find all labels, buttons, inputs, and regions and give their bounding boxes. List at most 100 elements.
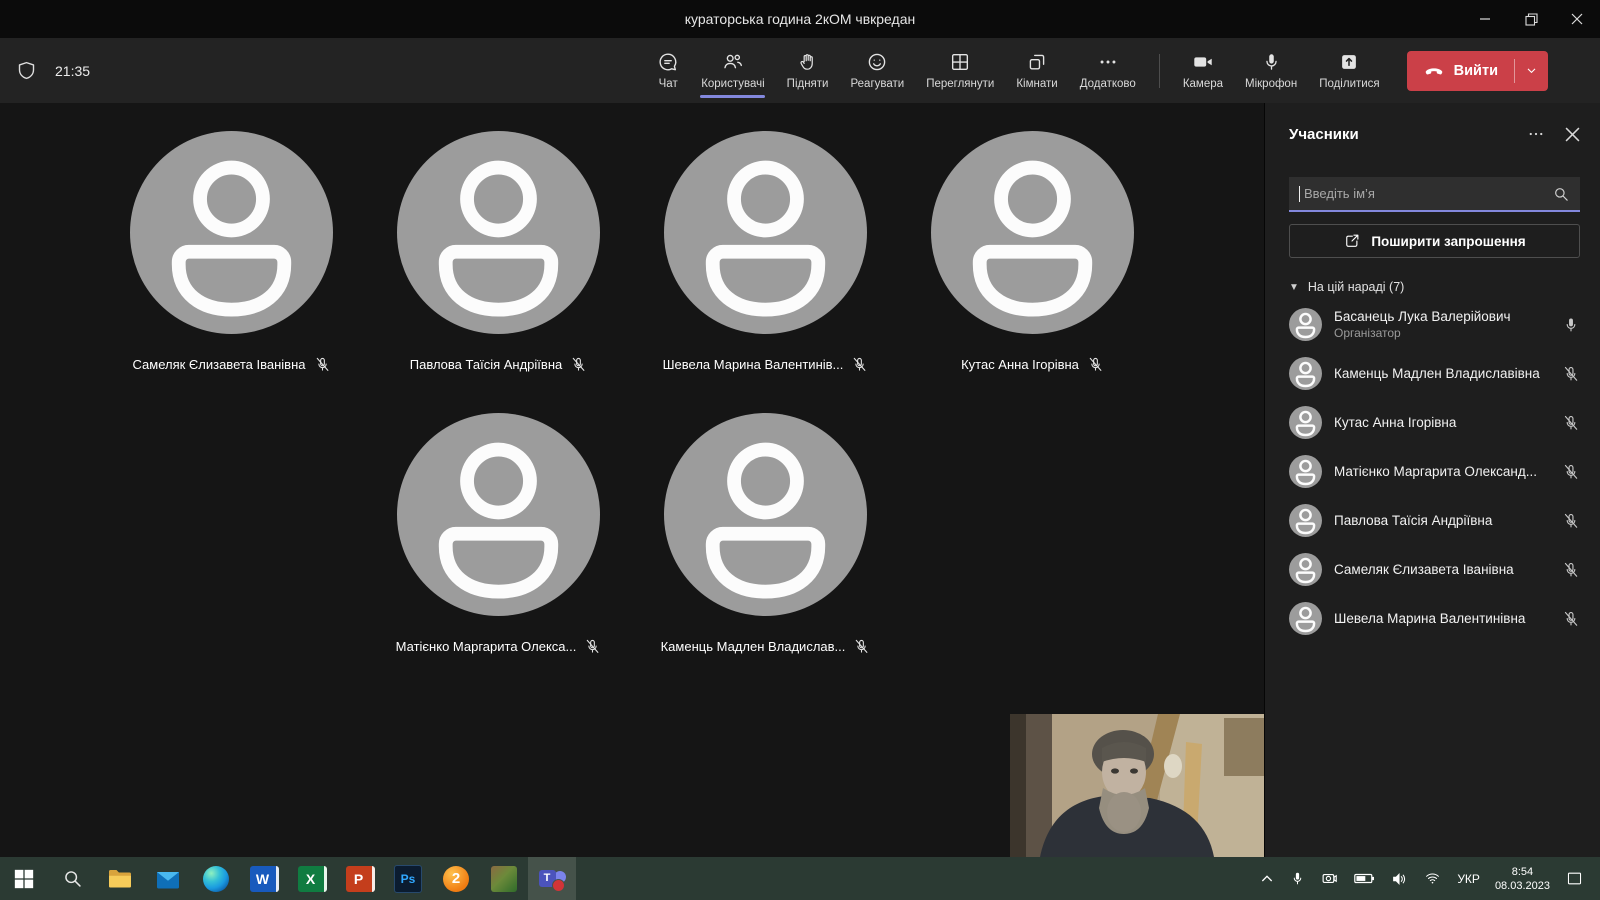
participant-info: Матієнко Маргарита Олександ... [1334,464,1554,479]
restore-button[interactable] [1508,0,1554,38]
teams-button[interactable]: T [528,857,576,900]
avatar [397,131,600,334]
avatar [931,131,1134,334]
avatar [1289,553,1322,586]
participant-row[interactable]: Кутас Анна Ігорівна [1289,398,1580,447]
restore-icon [1525,13,1538,26]
participant-tile[interactable]: Кутас Анна Ігорівна [930,131,1135,373]
powerpoint-button[interactable]: P [336,857,384,900]
participant-row[interactable]: Самеляк Єлизавета Іванівна [1289,545,1580,594]
edge-icon [203,866,229,892]
participant-tile[interactable]: Матієнко Маргарита Олекса... [396,413,601,655]
participant-info: Шевела Марина Валентинівна [1334,611,1554,626]
leave-button[interactable]: Вийти [1407,51,1548,91]
participant-search[interactable] [1289,177,1580,212]
participant-name: Павлова Таїсія Андріївна [1334,513,1554,528]
avatar [664,413,867,616]
person-icon [931,131,1134,334]
participant-name: Самеляк Єлизавета Іванівна [133,357,306,372]
chat-button[interactable]: Чат [646,38,690,103]
rooms-button[interactable]: Кімнати [1005,38,1068,103]
minimize-button[interactable] [1462,0,1508,38]
avatar [1289,455,1322,488]
tray-volume-icon[interactable] [1390,871,1408,887]
participant-row[interactable]: Шевела Марина Валентинівна [1289,594,1580,643]
participant-row[interactable]: Матієнко Маргарита Олександ... [1289,447,1580,496]
share-invite-button[interactable]: Поширити запрошення [1289,224,1580,258]
person-icon [397,413,600,616]
participant-row[interactable]: Каменць Мадлен Владиславівна [1289,349,1580,398]
person-icon [664,131,867,334]
file-explorer-button[interactable] [96,857,144,900]
action-center-icon[interactable] [1565,870,1584,887]
tray-battery-icon[interactable] [1354,871,1375,886]
participant-search-input[interactable] [1302,185,1546,202]
participant-tile[interactable]: Шевела Марина Валентинів... [663,131,868,373]
taskbar-search-button[interactable] [48,857,96,900]
self-video-preview[interactable] [1010,714,1264,857]
mic-on-icon [1562,316,1580,334]
tray-wifi-icon[interactable] [1423,871,1442,886]
word-button[interactable]: W [240,857,288,900]
view-button[interactable]: Переглянути [915,38,1005,103]
participant-name: Каменць Мадлен Владислав... [661,639,846,654]
panel-title: Учасники [1289,126,1359,143]
person-icon [1289,455,1322,488]
close-button[interactable] [1554,0,1600,38]
start-button[interactable] [0,857,48,900]
tray-clock[interactable]: 8:54 08.03.2023 [1495,865,1550,893]
tray-expand-button[interactable] [1259,871,1275,887]
edge-button[interactable] [192,857,240,900]
participant-row[interactable]: Басанець Лука Валерійович Організатор [1289,300,1580,349]
tile-name-plate: Самеляк Єлизавета Іванівна [133,356,331,373]
chevron-down-icon [1525,64,1538,77]
mic-muted-icon [314,356,331,373]
mic-muted-icon [851,356,868,373]
share-button[interactable]: Поділитися [1308,38,1390,103]
tray-language[interactable]: УКР [1457,872,1480,886]
photoshop-button[interactable]: Ps [384,857,432,900]
leave-options-button[interactable] [1515,64,1548,77]
tray-camera-icon[interactable] [1320,870,1339,887]
camera-button[interactable]: Камера [1172,38,1234,103]
participant-name: Шевела Марина Валентинів... [663,357,844,372]
avatar [1289,602,1322,635]
panel-close-button[interactable] [1565,127,1580,142]
participant-tile[interactable]: Каменць Мадлен Владислав... [663,413,868,655]
minimize-icon [1479,13,1491,25]
game-strategy-button[interactable] [480,857,528,900]
mic-muted-icon [1087,356,1104,373]
excel-button[interactable]: X [288,857,336,900]
mic-muted-icon [1562,512,1580,530]
chat-label: Чат [659,78,678,90]
participant-info: Басанець Лука Валерійович Організатор [1334,309,1554,340]
participant-tile[interactable]: Павлова Таїсія Андріївна [396,131,601,373]
panel-more-button[interactable] [1527,125,1545,143]
participant-tile[interactable]: Самеляк Єлизавета Іванівна [129,131,334,373]
system-tray: УКР 8:54 08.03.2023 [1259,865,1600,893]
close-icon [1565,127,1580,142]
avatar [130,131,333,334]
person-icon [1289,308,1322,341]
rooms-label: Кімнати [1016,78,1057,90]
mail-button[interactable] [144,857,192,900]
toolbar-separator [1159,54,1160,88]
camera-label: Камера [1183,78,1223,90]
panel-header: Учасники [1289,125,1580,143]
raise-hand-button[interactable]: Підняти [776,38,840,103]
microphone-button[interactable]: Мікрофон [1234,38,1308,103]
ellipsis-icon [1527,125,1545,143]
mic-muted-icon [853,638,870,655]
text-caret [1299,186,1300,202]
tile-row-1: Самеляк Єлизавета Іванівна Павлова Т [129,131,1135,373]
react-button[interactable]: Реагувати [839,38,915,103]
game-orange-button[interactable]: 2 [432,857,480,900]
participant-name: Матієнко Маргарита Олекса... [396,639,577,654]
tray-microphone-icon[interactable] [1290,870,1305,887]
participant-row[interactable]: Павлова Таїсія Андріївна [1289,496,1580,545]
more-button[interactable]: Додатково [1069,38,1147,103]
participants-button[interactable]: Користувачі [690,38,775,103]
microphone-label: Мікрофон [1245,78,1297,90]
in-meeting-section-header[interactable]: ▼ На цій нараді (7) [1289,280,1580,294]
meeting-toolbar: 21:35 Чат Користувачі Підняти Реагувати … [0,38,1600,103]
